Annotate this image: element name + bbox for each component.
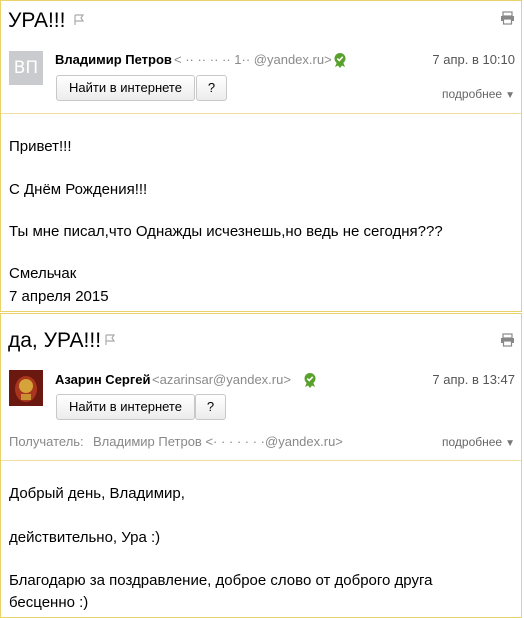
recipient-address[interactable]: Владимир Петров <· · · · · · ·@yandex.ru… xyxy=(93,434,343,449)
body-line: С Днём Рождения!!! xyxy=(9,181,148,198)
header-divider xyxy=(1,460,521,461)
details-link-label: подробнее xyxy=(441,87,503,101)
header-divider xyxy=(1,113,521,114)
verified-badge-icon xyxy=(333,52,347,68)
avatar: ВП xyxy=(9,51,43,85)
message-subject: УРА!!! xyxy=(8,9,66,32)
body-line: Добрый день, Владимир, xyxy=(9,485,185,502)
message-2: да, УРА!!! Азарин Сергей <azarinsar@yand… xyxy=(0,313,522,618)
message-date: 7 апр. в 13:47 xyxy=(432,372,515,387)
print-icon[interactable] xyxy=(500,333,515,347)
body-line: бесценно :) xyxy=(9,594,89,611)
message-subject: да, УРА!!! xyxy=(8,329,102,352)
details-link[interactable]: подробнее ▼ xyxy=(442,435,515,449)
signature-date: 7 апреля 2015 xyxy=(9,288,109,305)
sender-email[interactable]: < ·· ·· ·· ·· 1·· @yandex.ru> xyxy=(174,52,332,67)
flag-icon[interactable] xyxy=(73,14,85,26)
sender-email[interactable]: <azarinsar@yandex.ru> xyxy=(152,372,291,387)
signature-name: Смельчак xyxy=(9,265,77,282)
body-line: Привет!!! xyxy=(9,138,72,155)
search-web-button[interactable]: Найти в интернете xyxy=(56,394,195,420)
flag-icon[interactable] xyxy=(104,334,116,346)
details-link[interactable]: подробнее ▼ xyxy=(442,87,515,101)
sender-name[interactable]: Азарин Сергей xyxy=(55,372,151,387)
body-line: действительно, Ура :) xyxy=(9,529,161,546)
sender-name[interactable]: Владимир Петров xyxy=(55,52,172,67)
message-1: УРА!!! ВП Владимир Петров < ·· ·· ·· ·· … xyxy=(0,0,522,312)
search-web-button[interactable]: Найти в интернете xyxy=(56,75,195,101)
chevron-down-icon: ▼ xyxy=(505,438,515,449)
body-line: Ты мне писал,что Однажды исчезнешь,но ве… xyxy=(9,223,443,240)
help-button[interactable]: ? xyxy=(195,394,226,420)
chevron-down-icon: ▼ xyxy=(505,90,515,101)
body-line: Благодарю за поздравление, доброе слово … xyxy=(9,572,433,589)
print-icon[interactable] xyxy=(500,11,515,25)
message-date: 7 апр. в 10:10 xyxy=(432,52,515,67)
verified-badge-icon xyxy=(303,372,317,388)
help-button[interactable]: ? xyxy=(196,75,227,101)
avatar xyxy=(9,370,43,406)
recipient-label: Получатель: xyxy=(9,434,84,449)
details-link-label: подробнее xyxy=(441,435,503,449)
